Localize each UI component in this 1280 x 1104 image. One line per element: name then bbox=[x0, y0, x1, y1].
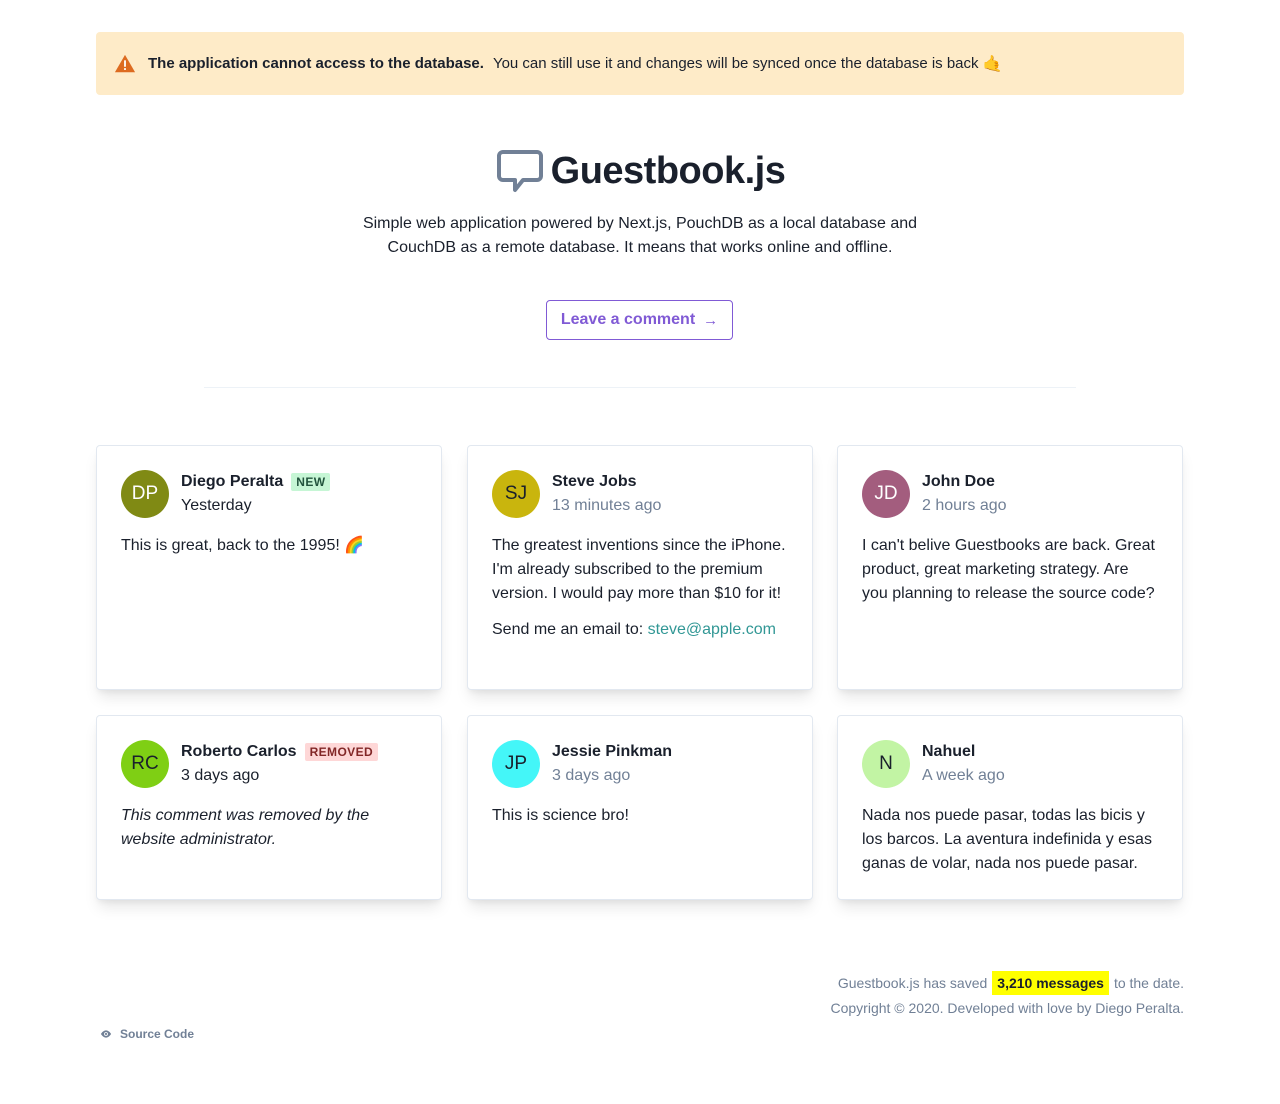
comment-card: N Nahuel A week ago Nada nos puede pasar… bbox=[837, 715, 1183, 900]
comment-body: Nada nos puede pasar, todas las bicis y … bbox=[862, 804, 1158, 876]
comment-header: N Nahuel A week ago bbox=[862, 740, 1158, 788]
comment-time: A week ago bbox=[922, 767, 1005, 784]
comment-body: This is great, back to the 1995! 🌈 bbox=[121, 534, 417, 558]
alert-message: You can still use it and changes will be… bbox=[492, 55, 979, 72]
comment-card: JP Jessie Pinkman 3 days ago This is sci… bbox=[467, 715, 813, 900]
avatar-initials: JD bbox=[874, 483, 898, 504]
comment-card: DP Diego Peralta NEW Yesterday This is g… bbox=[96, 445, 442, 690]
eye-icon bbox=[100, 1028, 112, 1040]
offline-alert: The application cannot access to the dat… bbox=[96, 32, 1184, 95]
footer-stats: Guestbook.js has saved 3,210 messages to… bbox=[838, 971, 1184, 995]
comment-time: Yesterday bbox=[181, 497, 252, 514]
stats-suffix: to the date. bbox=[1113, 975, 1184, 991]
comment-body: The greatest inventions since the iPhone… bbox=[492, 534, 788, 642]
copyright: Copyright © 2020. Developed with love by… bbox=[830, 1000, 1184, 1016]
comment-email-line: Send me an email to: steve@apple.com bbox=[492, 618, 788, 642]
comment-text: Nada nos puede pasar, todas las bicis y … bbox=[862, 807, 1152, 872]
hero-title: Guestbook.js bbox=[0, 146, 1280, 196]
author-name: Roberto Carlos bbox=[181, 743, 297, 760]
app-description: Simple web application powered by Next.j… bbox=[362, 215, 918, 256]
avatar: DP bbox=[121, 470, 169, 518]
comment-header: SJ Steve Jobs 13 minutes ago bbox=[492, 470, 788, 518]
comment-body: I can't belive Guestbooks are back. Grea… bbox=[862, 534, 1158, 606]
avatar: RC bbox=[121, 740, 169, 788]
comment-header: RC Roberto Carlos REMOVED 3 days ago bbox=[121, 740, 417, 788]
comment-time: 3 days ago bbox=[552, 767, 631, 784]
avatar-initials: N bbox=[879, 753, 893, 774]
app-title: Guestbook.js bbox=[550, 149, 786, 192]
author-name: Jessie Pinkman bbox=[552, 743, 673, 760]
comment-text: I can't belive Guestbooks are back. Grea… bbox=[862, 537, 1155, 602]
author-name: Diego Peralta bbox=[181, 473, 284, 490]
stats-prefix: Guestbook.js has saved bbox=[837, 975, 988, 991]
avatar-initials: SJ bbox=[504, 483, 528, 504]
source-code-link[interactable]: Source Code bbox=[100, 1027, 194, 1041]
comment-header: JP Jessie Pinkman 3 days ago bbox=[492, 740, 788, 788]
removed-badge: REMOVED bbox=[304, 743, 379, 761]
avatar-initials: RC bbox=[131, 753, 159, 774]
comment-text: This is science bro! bbox=[492, 807, 629, 824]
comment-text: The greatest inventions since the iPhone… bbox=[492, 537, 786, 602]
author-name: Steve Jobs bbox=[552, 473, 637, 490]
comment-time: 13 minutes ago bbox=[552, 497, 662, 514]
comment-time: 3 days ago bbox=[181, 767, 260, 784]
avatar: JD bbox=[862, 470, 910, 518]
avatar-initials: JP bbox=[504, 753, 528, 774]
new-badge: NEW bbox=[291, 473, 331, 491]
leave-comment-button[interactable]: Leave a comment → bbox=[546, 300, 733, 340]
comment-body: This is science bro! bbox=[492, 804, 788, 828]
call-me-emoji: 🤙 bbox=[982, 55, 1003, 73]
comment-card: RC Roberto Carlos REMOVED 3 days ago Thi… bbox=[96, 715, 442, 900]
avatar-initials: DP bbox=[131, 483, 159, 504]
author-name: John Doe bbox=[922, 473, 995, 490]
alert-title: The application cannot access to the dat… bbox=[148, 55, 484, 72]
arrow-right-icon: → bbox=[703, 311, 719, 329]
messages-count: 3,210 messages bbox=[992, 971, 1109, 995]
divider bbox=[204, 387, 1076, 388]
email-link[interactable]: steve@apple.com bbox=[648, 621, 776, 638]
avatar: SJ bbox=[492, 470, 540, 518]
comment-time: 2 hours ago bbox=[922, 497, 1007, 514]
warning-icon bbox=[114, 53, 136, 75]
source-code-label: Source Code bbox=[120, 1027, 195, 1041]
leave-comment-label: Leave a comment bbox=[560, 311, 696, 328]
author-name: Nahuel bbox=[922, 743, 976, 760]
comment-text: This comment was removed by the website … bbox=[121, 807, 370, 848]
avatar: JP bbox=[492, 740, 540, 788]
comment-card: SJ Steve Jobs 13 minutes ago The greates… bbox=[467, 445, 813, 690]
comment-card: JD John Doe 2 hours ago I can't belive G… bbox=[837, 445, 1183, 690]
comment-text: This is great, back to the 1995! 🌈 bbox=[121, 537, 365, 554]
comment-header: DP Diego Peralta NEW Yesterday bbox=[121, 470, 417, 518]
avatar: N bbox=[862, 740, 910, 788]
comment-body: This comment was removed by the website … bbox=[121, 804, 417, 852]
email-prefix: Send me an email to: bbox=[492, 621, 648, 638]
chat-bubble-icon bbox=[495, 146, 545, 196]
comment-header: JD John Doe 2 hours ago bbox=[862, 470, 1158, 518]
